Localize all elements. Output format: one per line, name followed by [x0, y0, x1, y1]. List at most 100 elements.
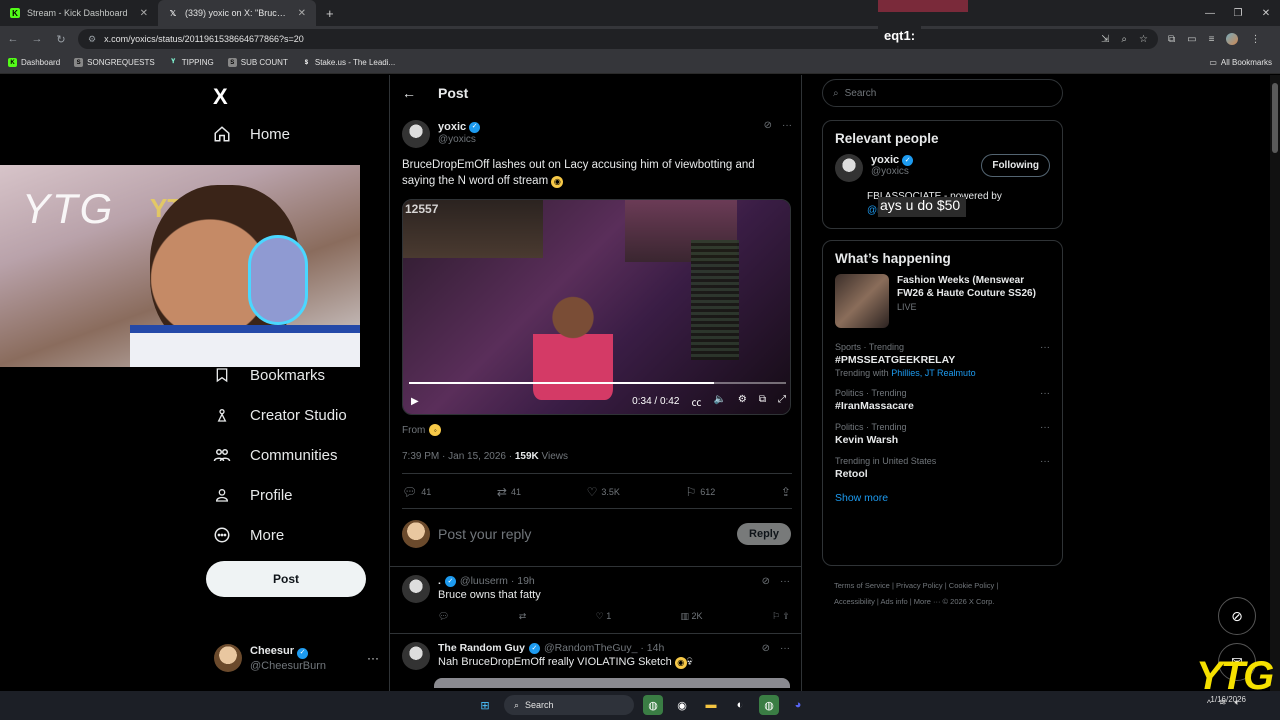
repost-icon[interactable]: ⇄ [519, 611, 527, 622]
nav-home[interactable]: Home [212, 124, 290, 144]
like-action[interactable]: ♡ 3.5K [587, 485, 620, 499]
site-info-icon[interactable]: ⚙ [88, 34, 96, 45]
reply-button[interactable]: Reply [737, 523, 791, 545]
star-icon[interactable]: ☆ [1139, 34, 1148, 45]
reply-action[interactable]: 💬︎ 41 [402, 485, 431, 499]
footer-link[interactable]: Terms of Service [834, 581, 890, 590]
back-arrow-icon[interactable]: ← [402, 85, 416, 101]
bookmark-stake[interactable]: $ Stake.us - The Leadi... [302, 58, 396, 67]
reply-post[interactable]: The Random Guy ✓ @RandomTheGuy_ · 14h ⊘ ···… [390, 633, 802, 693]
file-explorer-icon[interactable]: ▬ [701, 695, 721, 715]
settings-icon[interactable]: ⚙ [738, 394, 747, 409]
nav-more[interactable]: More [212, 525, 284, 545]
steam-icon[interactable]: ◐ [730, 695, 750, 715]
captions-icon[interactable]: ㏄ [691, 394, 701, 409]
reply-author-handle[interactable]: @RandomTheGuy_ · 14h [544, 642, 664, 654]
new-tab-button[interactable]: + [316, 6, 344, 21]
video-player[interactable]: 12557 ▶ 0:34 / 0:42 ㏄ 🔈 ⚙ ⧉ ⤢ [402, 199, 791, 415]
post-timestamp[interactable]: 7:39 PM · Jan 15, 2026 · [402, 451, 515, 462]
windows-start-icon[interactable]: ⊞ [475, 695, 495, 715]
author-handle[interactable]: @yoxics [438, 134, 480, 145]
address-bar[interactable]: ⚙ x.com/yoxics/status/201196153866467786… [78, 29, 1158, 49]
avatar[interactable] [402, 575, 430, 603]
more-icon[interactable]: ··· [1040, 456, 1050, 467]
taskbar-search[interactable]: ⌕ Search [504, 695, 634, 715]
media-icon[interactable]: ≡ [1209, 34, 1215, 45]
bookmark-icon[interactable]: ⚐ ⇪ [772, 611, 790, 622]
search-input[interactable]: ⌕ Search [822, 79, 1063, 107]
close-icon[interactable]: ✕ [298, 8, 306, 19]
page-scrollbar[interactable] [1270, 75, 1280, 691]
reply-post[interactable]: . ✓ @luuserm · 19h ⊘ ··· Bruce owns that fa… [390, 566, 802, 630]
grok-icon[interactable]: ⊘ [764, 120, 772, 148]
footer-link[interactable]: Privacy Policy [896, 581, 943, 590]
sidepanel-icon[interactable]: ▭ [1187, 34, 1196, 45]
reply-media[interactable] [434, 678, 790, 688]
install-icon[interactable]: ⇲ [1101, 34, 1109, 45]
more-icon[interactable]: ··· [1040, 388, 1050, 399]
relevant-user[interactable]: yoxic ✓ @yoxics Following [823, 152, 1062, 190]
grok-icon[interactable]: ⊘ [762, 643, 770, 654]
footer-link[interactable]: Accessibility [834, 597, 875, 606]
more-icon[interactable]: ··· [1040, 342, 1050, 353]
scrollbar-thumb[interactable] [1272, 83, 1278, 153]
pip-icon[interactable]: ⧉ [759, 394, 766, 409]
following-button[interactable]: Following [981, 154, 1050, 177]
reply-author-name[interactable]: . [438, 575, 441, 587]
nav-creator-studio[interactable]: Creator Studio [212, 405, 347, 425]
repost-action[interactable]: ⇄ 41 [497, 485, 521, 499]
trend-item[interactable]: Politics · Trending Kevin Warsh ··· [823, 418, 1062, 452]
compose-post-button[interactable]: Post [206, 561, 366, 597]
more-icon[interactable]: ··· [1040, 422, 1050, 433]
user-name[interactable]: yoxic [871, 154, 899, 166]
reload-icon[interactable]: ↻ [54, 33, 68, 46]
tab-kick-dashboard[interactable]: K Stream - Kick Dashboard ✕ [0, 0, 158, 26]
reply-input[interactable]: Post your reply [438, 526, 729, 542]
avatar[interactable] [835, 154, 863, 182]
play-icon[interactable]: ▶ [411, 396, 419, 407]
user-handle[interactable]: @yoxics [871, 166, 913, 177]
trend-item[interactable]: Sports · Trending #PMSSEATGEEKRELAY Tren… [823, 338, 1062, 384]
video-progress-bar[interactable] [409, 382, 786, 384]
nav-bookmarks[interactable]: Bookmarks [212, 365, 325, 385]
footer-link[interactable]: Cookie Policy [949, 581, 994, 590]
more-icon[interactable]: ··· [367, 651, 379, 665]
more-icon[interactable]: ··· [782, 120, 792, 148]
extensions-icon[interactable]: ⧉ [1168, 34, 1175, 45]
menu-icon[interactable]: ⋮ [1250, 34, 1260, 45]
trend-sub-links[interactable]: Phillies, JT Realmuto [891, 368, 975, 378]
show-more-link[interactable]: Show more [823, 486, 1062, 514]
obs-icon[interactable]: ◉ [672, 695, 692, 715]
trend-item[interactable]: Politics · Trending #IranMassacare ··· [823, 384, 1062, 418]
footer-link[interactable]: Ads info [881, 597, 908, 606]
author-name[interactable]: yoxic [438, 120, 466, 134]
volume-icon[interactable]: 🔈 [713, 394, 725, 409]
bookmark-songrequests[interactable]: S SONGREQUESTS [74, 58, 155, 67]
nav-profile[interactable]: Profile [212, 485, 293, 505]
zoom-icon[interactable]: ⌕ [1121, 34, 1127, 45]
more-icon[interactable]: ··· [780, 576, 790, 587]
avatar[interactable] [402, 642, 430, 670]
discord-icon[interactable]: ◕ [788, 695, 808, 715]
maximize-icon[interactable]: ❐ [1224, 8, 1252, 19]
bookmark-dashboard[interactable]: K Dashboard [8, 58, 60, 67]
footer-link[interactable]: More ··· [914, 597, 941, 606]
nav-communities[interactable]: Communities [212, 445, 338, 465]
back-icon[interactable]: ← [6, 33, 20, 45]
tab-x-post[interactable]: 𝕏 (339) yoxic on X: "BruceDropEm ✕ [158, 0, 316, 26]
grok-fab-icon[interactable]: ⊘ [1218, 597, 1256, 635]
source-avatar-icon[interactable]: ◦ [429, 424, 442, 436]
chrome-icon[interactable]: ◍ [643, 695, 663, 715]
minimize-icon[interactable]: — [1196, 8, 1224, 19]
profile-avatar[interactable] [1226, 33, 1239, 45]
fullscreen-icon[interactable]: ⤢ [778, 394, 786, 409]
bookmark-sub-count[interactable]: S SUB COUNT [227, 58, 288, 67]
reply-author-name[interactable]: The Random Guy [438, 642, 525, 654]
chrome-icon[interactable]: ◍ [759, 695, 779, 715]
like-action[interactable]: ♡ 1 [596, 611, 612, 622]
more-icon[interactable]: ··· [780, 643, 790, 654]
grok-icon[interactable]: ⊘ [762, 576, 770, 587]
trend-feature[interactable]: Fashion Weeks (Menswear FW26 & Haute Cou… [823, 272, 1062, 338]
all-bookmarks[interactable]: ▭ All Bookmarks [1209, 58, 1272, 67]
share-action[interactable]: ⇪ [781, 485, 791, 499]
